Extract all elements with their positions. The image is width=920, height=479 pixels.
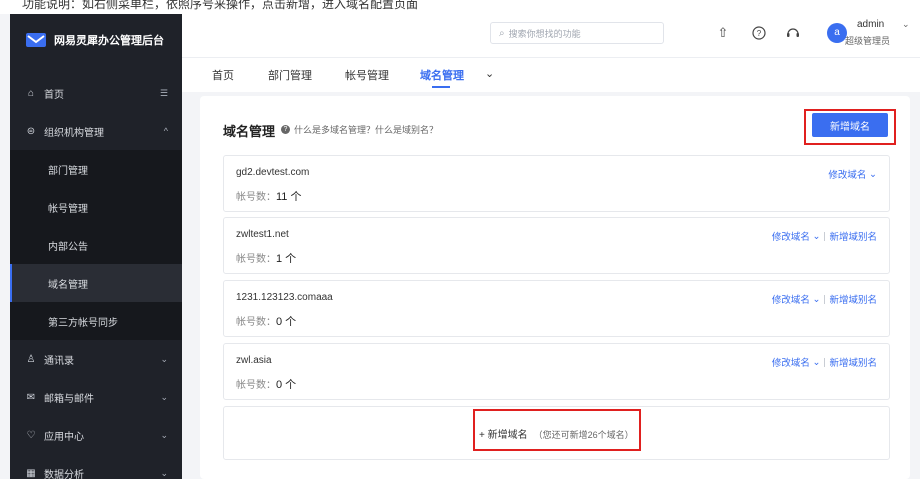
top-header: ⌕ 搜索你想找的功能 ⇧ ? a admin ⌄ 超级管理员 <box>182 14 920 58</box>
page-title: 域名管理 <box>223 124 276 139</box>
brand-title: 网易灵犀办公管理后台 <box>54 35 164 47</box>
divider <box>824 294 826 304</box>
add-alias-link[interactable]: 新增域别名 <box>829 355 877 369</box>
sidebar-item-label: 部门管理 <box>48 165 88 177</box>
account-count: 帐号数：0 个 <box>236 379 297 391</box>
account-count: 帐号数：11 个 <box>236 191 302 203</box>
chevron-down-icon: ⌄ <box>160 353 168 364</box>
support-icon[interactable] <box>784 24 802 42</box>
chevron-down-icon: ⌄ <box>160 391 168 402</box>
search-input[interactable]: ⌕ 搜索你想找的功能 <box>490 22 664 44</box>
chevron-down-icon[interactable]: ⌄ <box>902 19 910 30</box>
sidebar-item-accounts[interactable]: 帐号管理 <box>10 188 182 226</box>
help-link[interactable]: ? 什么是多域名管理？什么是域别名？ <box>281 123 438 136</box>
sidebar-item-label: 应用中心 <box>44 431 84 443</box>
avatar[interactable]: a <box>827 23 847 43</box>
sidebar: 网易灵犀办公管理后台 ⌂ 首页 ☰ ⊜ 组织机构管理 ^ 部门管理 帐号管理 内… <box>10 14 182 479</box>
divider <box>824 231 826 241</box>
modify-domain-link[interactable]: 修改域名 <box>772 355 810 369</box>
top-instruction-strip: 功能说明：如右侧菜单栏，依照序号来操作，点击新增，进入域名配置页面 <box>0 0 920 14</box>
chevron-down-icon: ⌄ <box>160 467 168 478</box>
sidebar-item-label: 第三方帐号同步 <box>48 317 118 329</box>
sidebar-item-label: 域名管理 <box>48 279 88 291</box>
sidebar-item-mail[interactable]: ✉ 邮箱与邮件 ⌄ <box>10 378 182 416</box>
mail-icon: ✉ <box>26 391 36 403</box>
chevron-down-icon[interactable]: ⌄ <box>810 231 821 242</box>
user-name[interactable]: admin <box>857 19 884 30</box>
home-icon: ⌂ <box>27 87 35 99</box>
menu-toggle-icon[interactable]: ☰ <box>160 88 168 99</box>
sidebar-item-analytics[interactable]: ▦ 数据分析 ⌄ <box>10 454 182 479</box>
tab-accounts[interactable]: 帐号管理 <box>345 67 389 83</box>
domain-card: gd2.devtest.com 帐号数：11 个 修改域名 ⌄ <box>223 155 890 212</box>
chevron-down-icon: ⌄ <box>160 429 168 440</box>
domain-management-panel: 域名管理 ? 什么是多域名管理？什么是域别名？ 新增域名 gd2.devtest… <box>200 96 910 479</box>
sidebar-item-third-party-sync[interactable]: 第三方帐号同步 <box>10 302 182 340</box>
domain-name: zwl.asia <box>236 355 272 366</box>
sidebar-item-org[interactable]: ⊜ 组织机构管理 ^ <box>10 112 182 150</box>
question-icon: ? <box>281 125 290 134</box>
chevron-up-icon: ^ <box>163 126 168 136</box>
apps-icon: ♡ <box>26 429 36 441</box>
modify-domain-link[interactable]: 修改域名 <box>772 292 810 306</box>
domain-name: gd2.devtest.com <box>236 167 310 178</box>
org-icon: ⊜ <box>26 125 36 137</box>
search-icon: ⌕ <box>499 27 505 39</box>
domain-card: zwl.asia 帐号数：0 个 修改域名 ⌄ 新增域别名 <box>223 343 890 400</box>
sidebar-item-apps[interactable]: ♡ 应用中心 ⌄ <box>10 416 182 454</box>
active-tab-indicator <box>432 86 450 88</box>
domain-card: zwltest1.net 帐号数：1 个 修改域名 ⌄ 新增域别名 <box>223 217 890 274</box>
highlight-box <box>473 409 641 451</box>
account-count: 帐号数：0 个 <box>236 316 297 328</box>
contacts-icon: ♙ <box>26 353 36 365</box>
sidebar-item-announcements[interactable]: 内部公告 <box>10 226 182 264</box>
domain-actions: 修改域名 ⌄ 新增域别名 <box>772 229 877 244</box>
add-alias-link[interactable]: 新增域别名 <box>829 292 877 306</box>
domain-actions: 修改域名 ⌄ 新增域别名 <box>772 292 877 307</box>
sidebar-item-home[interactable]: ⌂ 首页 ☰ <box>10 74 182 112</box>
svg-text:?: ? <box>757 29 762 38</box>
tab-bar: 首页 部门管理 帐号管理 域名管理 ⌄ <box>182 58 920 92</box>
highlight-box <box>804 109 896 145</box>
tab-departments[interactable]: 部门管理 <box>268 67 312 83</box>
sidebar-item-label: 帐号管理 <box>48 203 88 215</box>
modify-domain-link[interactable]: 修改域名 <box>772 229 810 243</box>
sidebar-item-label: 内部公告 <box>48 241 88 253</box>
chart-icon: ▦ <box>26 467 36 479</box>
search-placeholder: 搜索你想找的功能 <box>508 28 581 39</box>
account-count: 帐号数：1 个 <box>236 253 297 265</box>
brand[interactable]: 网易灵犀办公管理后台 <box>10 14 182 66</box>
upload-icon[interactable]: ⇧ <box>714 24 732 42</box>
tab-domains[interactable]: 域名管理 <box>420 67 464 83</box>
domain-card: 1231.123123.comaaa 帐号数：0 个 修改域名 ⌄ 新增域别名 <box>223 280 890 337</box>
sidebar-item-domains[interactable]: 域名管理 <box>10 264 182 302</box>
modify-domain-link[interactable]: 修改域名 <box>828 167 866 181</box>
sidebar-item-departments[interactable]: 部门管理 <box>10 150 182 188</box>
chevron-down-icon[interactable]: ⌄ <box>810 294 821 305</box>
sidebar-item-label: 邮箱与邮件 <box>44 393 94 405</box>
instruction-text: 功能说明：如右侧菜单栏，依照序号来操作，点击新增，进入域名配置页面 <box>22 0 419 11</box>
domain-actions: 修改域名 ⌄ 新增域别名 <box>772 355 877 370</box>
domain-name: zwltest1.net <box>236 229 289 240</box>
tab-home[interactable]: 首页 <box>212 67 234 83</box>
help-text[interactable]: 什么是多域名管理？什么是域别名？ <box>294 123 438 136</box>
sidebar-item-label: 数据分析 <box>44 469 84 479</box>
sidebar-item-label: 通讯录 <box>44 355 74 367</box>
domain-name: 1231.123123.comaaa <box>236 292 333 303</box>
user-role: 超级管理员 <box>845 36 891 46</box>
help-icon[interactable]: ? <box>750 24 768 42</box>
sidebar-item-label: 组织机构管理 <box>44 127 104 139</box>
domain-actions: 修改域名 ⌄ <box>828 167 877 182</box>
add-alias-link[interactable]: 新增域别名 <box>829 229 877 243</box>
sidebar-item-contacts[interactable]: ♙ 通讯录 ⌄ <box>10 340 182 378</box>
sidebar-item-label: 首页 <box>44 89 64 101</box>
chevron-down-icon[interactable]: ⌄ <box>810 357 821 368</box>
chevron-down-icon[interactable]: ⌄ <box>866 169 877 180</box>
divider <box>824 357 826 367</box>
sidebar-nav: ⌂ 首页 ☰ ⊜ 组织机构管理 ^ 部门管理 帐号管理 内部公告 域名管理 第三… <box>10 74 182 479</box>
sidebar-submenu: 部门管理 帐号管理 内部公告 域名管理 第三方帐号同步 <box>10 150 182 340</box>
tabs-more-chevron-icon[interactable]: ⌄ <box>485 67 494 80</box>
brand-logo-icon <box>26 33 46 47</box>
